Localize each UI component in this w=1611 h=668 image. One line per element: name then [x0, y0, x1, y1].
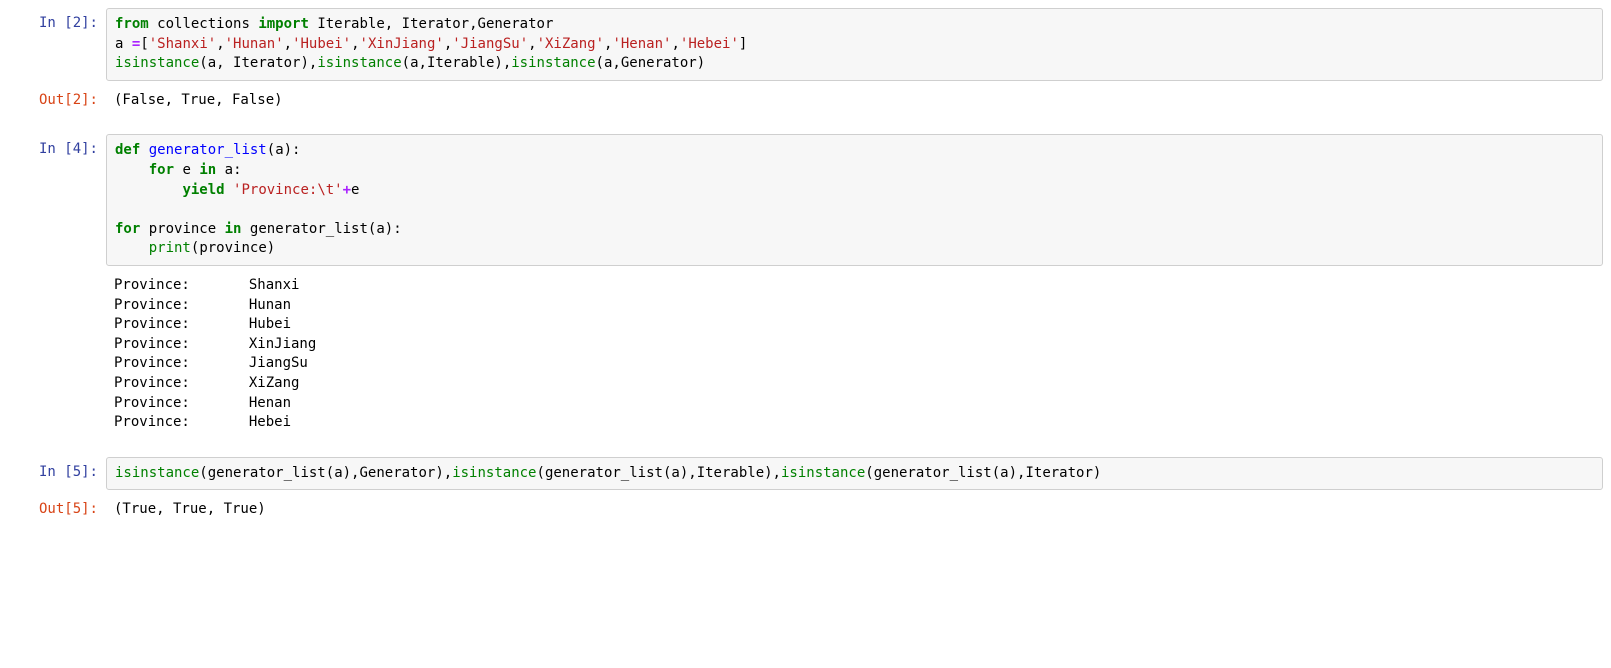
output-cell: Out[5]: (True, True, True): [8, 494, 1603, 526]
code-cell: In [5]: isinstance(generator_list(a),Gen…: [8, 457, 1603, 491]
code-cell: In [4]: def generator_list(a): for e in …: [8, 134, 1603, 266]
stdout-text: Province: Shanxi Province: Hunan Provinc…: [106, 270, 1603, 439]
code-cell: In [2]: from collections import Iterable…: [8, 8, 1603, 81]
code-input-area[interactable]: isinstance(generator_list(a),Generator),…: [106, 457, 1603, 491]
input-prompt: In [4]:: [8, 134, 106, 166]
output-text: (True, True, True): [106, 494, 1603, 526]
output-cell: Out[2]: (False, True, False): [8, 85, 1603, 117]
empty-prompt: [8, 270, 106, 282]
output-prompt: Out[2]:: [8, 85, 106, 117]
stdout-cell: Province: Shanxi Province: Hunan Provinc…: [8, 270, 1603, 439]
code-input-area[interactable]: def generator_list(a): for e in a: yield…: [106, 134, 1603, 266]
output-prompt: Out[5]:: [8, 494, 106, 526]
output-text: (False, True, False): [106, 85, 1603, 117]
input-prompt: In [2]:: [8, 8, 106, 40]
input-prompt: In [5]:: [8, 457, 106, 489]
code-input-area[interactable]: from collections import Iterable, Iterat…: [106, 8, 1603, 81]
